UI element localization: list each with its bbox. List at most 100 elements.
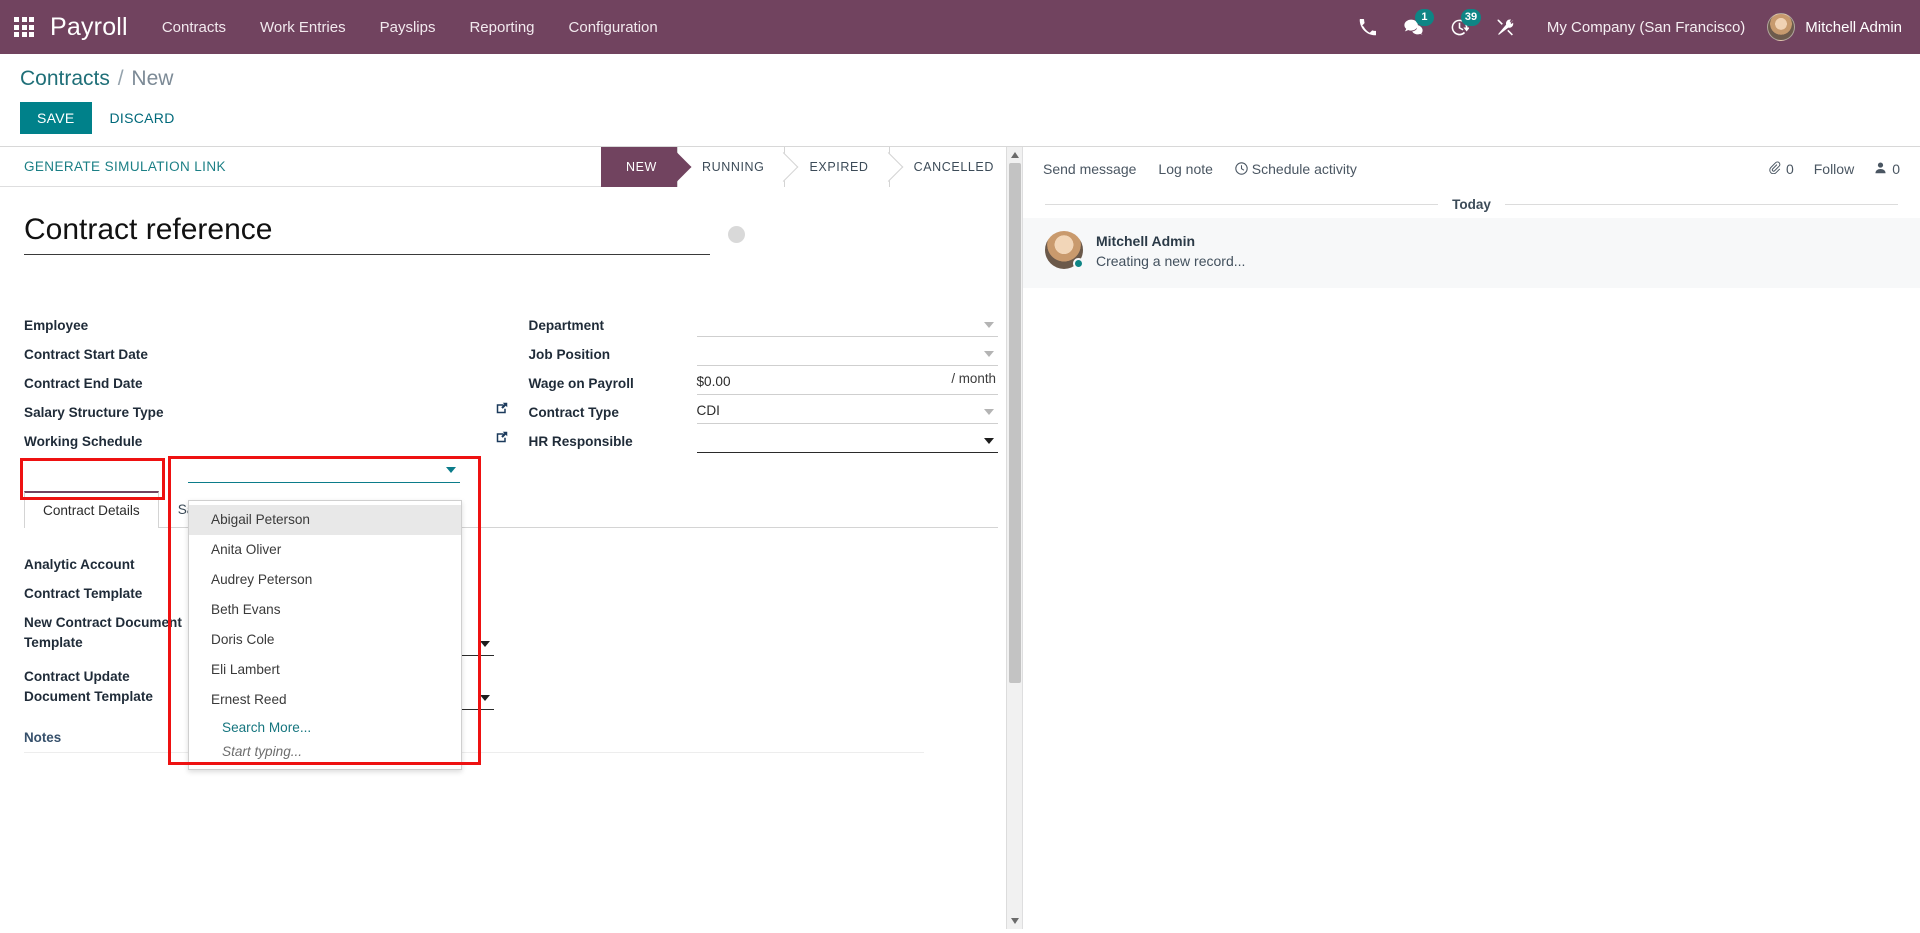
form-scrollbar[interactable]	[1006, 147, 1022, 929]
field-contract-type: Contract Type CDI	[528, 398, 1022, 427]
list-item[interactable]: Anita Oliver	[189, 535, 461, 565]
user-menu[interactable]: Mitchell Admin	[1767, 13, 1902, 41]
chevron-down-icon-new-contract-document-template[interactable]	[480, 641, 490, 647]
day-separator-label: Today	[1452, 197, 1491, 212]
form-pane: GENERATE SIMULATION LINK NEW RUNNING EXP…	[0, 147, 1022, 929]
field-wage-on-payroll: Wage on Payroll $0.00 / month	[529, 369, 998, 398]
notebook: Contract Details Salary Information Anal…	[24, 490, 998, 753]
schedule-activity-label: Schedule activity	[1251, 161, 1357, 177]
message-body: Creating a new record...	[1096, 253, 1246, 269]
app-brand-payroll[interactable]: Payroll	[50, 13, 128, 42]
menu-reporting[interactable]: Reporting	[469, 19, 534, 36]
schedule-activity-button[interactable]: Schedule activity	[1235, 161, 1357, 177]
chevron-down-icon-department[interactable]	[984, 322, 994, 328]
chevron-down-icon-employee[interactable]	[446, 467, 456, 473]
messages-icon[interactable]: 1	[1391, 0, 1437, 54]
followers-count-value: 0	[1892, 161, 1900, 177]
field-label-department: Department	[528, 318, 605, 333]
scroll-down-arrow-icon[interactable]	[1007, 913, 1022, 929]
field-value-contract-start-date[interactable]	[192, 340, 494, 366]
main-area: GENERATE SIMULATION LINK NEW RUNNING EXP…	[0, 146, 1920, 929]
record-action-buttons: SAVE DISCARD	[20, 102, 1900, 146]
field-working-schedule: Working Schedule	[24, 427, 507, 456]
chevron-down-icon-contract-update-document-template[interactable]	[480, 695, 490, 701]
discard-button[interactable]: DISCARD	[98, 102, 187, 134]
followers-count[interactable]: 0	[1874, 161, 1900, 177]
menu-payslips[interactable]: Payslips	[380, 19, 436, 36]
field-department: Department	[528, 311, 998, 340]
tab-contract-details[interactable]: Contract Details	[24, 491, 159, 528]
paperclip-icon	[1768, 161, 1781, 177]
menu-configuration[interactable]: Configuration	[569, 19, 658, 36]
list-item[interactable]: Ernest Reed	[189, 685, 461, 715]
chevron-down-icon-contract-type[interactable]	[984, 409, 994, 415]
field-hr-responsible: HR Responsible	[528, 427, 998, 456]
field-value-wage-on-payroll[interactable]: $0.00 / month	[696, 369, 998, 395]
menu-work-entries[interactable]: Work Entries	[260, 19, 346, 36]
scrollbar-thumb[interactable]	[1009, 163, 1021, 683]
status-running[interactable]: RUNNING	[676, 147, 785, 187]
field-value-job-position[interactable]	[696, 340, 998, 366]
breadcrumb-current: New	[131, 67, 174, 90]
attachment-count[interactable]: 0	[1768, 161, 1794, 177]
list-item[interactable]: Doris Cole	[189, 625, 461, 655]
contract-reference-input[interactable]	[24, 213, 710, 255]
field-label-hr-responsible: HR Responsible	[528, 434, 633, 449]
avatar	[1045, 231, 1084, 269]
field-value-contract-end-date[interactable]	[192, 369, 494, 395]
field-value-contract-type[interactable]: CDI	[696, 398, 1022, 424]
activities-clock-icon[interactable]: 39	[1437, 0, 1483, 54]
list-item[interactable]: Audrey Peterson	[189, 565, 461, 595]
chevron-down-icon-job-position[interactable]	[984, 351, 994, 357]
status-new[interactable]: NEW	[600, 147, 677, 187]
field-value-working-schedule[interactable]	[192, 427, 507, 453]
apps-grid-icon[interactable]	[14, 17, 34, 37]
send-message-button[interactable]: Send message	[1043, 161, 1136, 177]
field-salary-structure-type: Salary Structure Type	[24, 398, 507, 427]
menu-contracts[interactable]: Contracts	[162, 19, 226, 36]
save-button[interactable]: SAVE	[20, 102, 92, 134]
kanban-state-dot-icon[interactable]	[728, 225, 745, 243]
chevron-down-icon-hr-responsible[interactable]	[984, 438, 994, 444]
field-label-contract-end-date: Contract End Date	[24, 376, 143, 391]
wage-period-suffix: / month	[951, 371, 996, 386]
phone-icon[interactable]	[1345, 0, 1391, 54]
list-item: Mitchell Admin Creating a new record...	[1023, 218, 1920, 288]
separator-line-left	[1045, 204, 1439, 205]
company-selector[interactable]: My Company (San Francisco)	[1547, 19, 1745, 36]
title-row	[24, 213, 998, 255]
list-item[interactable]: Eli Lambert	[189, 655, 461, 685]
status-cancelled[interactable]: CANCELLED	[888, 147, 1022, 187]
field-label-analytic-account: Analytic Account	[24, 557, 135, 572]
field-label-new-contract-document-template: New Contract Document Template	[24, 615, 182, 650]
breadcrumb-contracts[interactable]: Contracts	[20, 67, 110, 90]
message-content: Mitchell Admin Creating a new record...	[1096, 231, 1245, 272]
scroll-up-arrow-icon[interactable]	[1007, 147, 1022, 163]
field-label-contract-start-date: Contract Start Date	[24, 347, 148, 362]
generate-simulation-link-button[interactable]: GENERATE SIMULATION LINK	[24, 159, 226, 174]
employee-dropdown-list: Abigail Peterson Anita Oliver Audrey Pet…	[188, 500, 462, 770]
field-label-contract-type: Contract Type	[528, 405, 619, 420]
status-expired[interactable]: EXPIRED	[784, 147, 889, 187]
attachment-count-value: 0	[1785, 161, 1794, 177]
follow-button[interactable]: Follow	[1814, 161, 1854, 177]
employee-input-wrapper[interactable]	[188, 458, 460, 483]
field-label-working-schedule: Working Schedule	[24, 434, 143, 449]
field-value-department[interactable]	[696, 311, 998, 337]
log-note-button[interactable]: Log note	[1158, 161, 1213, 177]
field-employee: Employee	[24, 311, 494, 340]
notebook-page-contract-details: Analytic Account Contract Template New C…	[24, 528, 998, 753]
user-icon	[1874, 161, 1887, 177]
control-panel: Contracts / New SAVE DISCARD	[0, 54, 1920, 146]
search-more-option[interactable]: Search More...	[189, 715, 461, 740]
field-job-position: Job Position	[529, 340, 998, 369]
list-item[interactable]: Abigail Peterson	[189, 505, 461, 535]
internal-link-icon-salary-structure-type[interactable]	[496, 401, 508, 419]
left-field-group: Employee Contract Start Date Contract En…	[24, 311, 507, 456]
field-value-hr-responsible[interactable]	[696, 427, 998, 453]
field-label-employee: Employee	[24, 318, 89, 333]
list-item[interactable]: Beth Evans	[189, 595, 461, 625]
field-value-salary-structure-type[interactable]	[192, 398, 507, 424]
debug-tools-icon[interactable]	[1483, 0, 1529, 54]
internal-link-icon-working-schedule[interactable]	[496, 430, 508, 448]
